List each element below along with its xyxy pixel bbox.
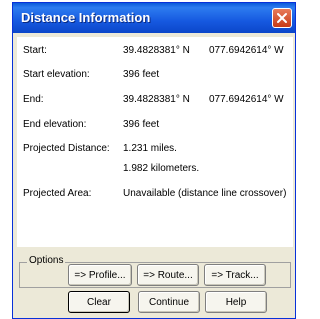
- projected-distance-label: Projected Distance:: [23, 143, 110, 154]
- window-title: Distance Information: [21, 10, 151, 25]
- distance-information-dialog: Distance Information Start: 39.4828381° …: [12, 2, 296, 319]
- start-longitude: 077.6942614° W: [209, 45, 284, 56]
- title-bar[interactable]: Distance Information: [13, 3, 295, 33]
- end-longitude: 077.6942614° W: [209, 94, 284, 105]
- end-elevation-label: End elevation:: [23, 119, 87, 130]
- end-elevation-value: 396 feet: [123, 119, 160, 130]
- profile-button[interactable]: => Profile...: [68, 264, 132, 286]
- close-icon: [277, 13, 287, 23]
- close-button[interactable]: [272, 8, 292, 28]
- clear-button[interactable]: Clear: [68, 291, 130, 313]
- help-button[interactable]: Help: [205, 291, 267, 313]
- continue-button[interactable]: Continue: [138, 291, 200, 313]
- start-label: Start:: [23, 45, 47, 56]
- projected-distance-miles: 1.231 miles.: [123, 143, 177, 154]
- track-button[interactable]: => Track...: [204, 264, 266, 286]
- start-elevation-label: Start elevation:: [23, 69, 90, 80]
- end-label: End:: [23, 94, 44, 105]
- start-latitude: 39.4828381° N: [123, 45, 190, 56]
- route-button[interactable]: => Route...: [137, 264, 199, 286]
- start-elevation-value: 396 feet: [123, 69, 160, 80]
- projected-area-label: Projected Area:: [23, 188, 92, 199]
- options-legend: Options: [27, 255, 66, 266]
- end-latitude: 39.4828381° N: [123, 94, 190, 105]
- projected-area-value: Unavailable (distance line crossover): [123, 188, 287, 199]
- projected-distance-kilometers: 1.982 kilometers.: [123, 163, 200, 174]
- info-panel: Start: 39.4828381° N 077.6942614° W Star…: [17, 37, 293, 247]
